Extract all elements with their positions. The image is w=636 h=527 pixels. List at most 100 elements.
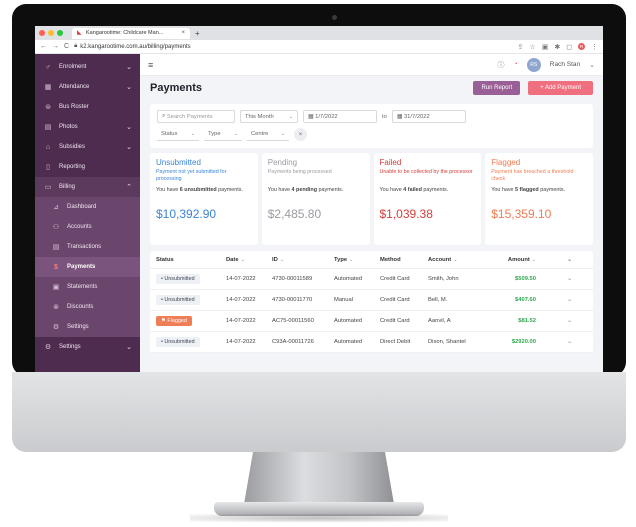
header-date[interactable]: Date ⌄ <box>220 257 266 263</box>
card-count-value: 4 pending <box>291 187 317 193</box>
type-cell: Manual <box>334 297 354 303</box>
sidebar-subitem-dashboard[interactable]: ⊿ Dashboard <box>35 197 140 217</box>
add-payment-button[interactable]: + Add Payment <box>528 81 593 95</box>
sidebar-subitem-transactions[interactable]: ▤ Transactions <box>35 237 140 257</box>
header-amount[interactable]: Amount ⌄ <box>490 257 540 263</box>
chevron-icon: ⌄ <box>126 144 132 151</box>
minimize-window-button[interactable] <box>48 30 54 36</box>
sidebar-item-label: Settings <box>59 344 81 350</box>
start-date-field[interactable]: ▦ 1/7/2022 <box>303 110 377 123</box>
sidebar-subitem-statements[interactable]: ▣ Statements <box>35 277 140 297</box>
date-range-to: to <box>382 113 387 120</box>
main-content: ≡ ⓘ ◔ RS Rach Stan ⌄ Payments Run Report… <box>140 54 603 372</box>
sidebar-subitem-discounts[interactable]: ⊗ Discounts <box>35 297 140 317</box>
expand-row-icon[interactable]: ⌄ <box>540 297 593 303</box>
type-filter[interactable]: Type ⌄ <box>204 128 242 141</box>
table-row[interactable]: ⚑ Flagged 14-07-2022 AC75-00011560 Automate… <box>150 311 593 332</box>
sidebar-item-subsidies[interactable]: ⌂ Subsidies ⌄ <box>35 137 140 157</box>
sidebar-item-attendance[interactable]: ▦ Attendance ⌄ <box>35 77 140 97</box>
card-title: Pending <box>267 158 298 167</box>
sidebar-subitem-payments[interactable]: $ Payments <box>35 257 140 277</box>
summary-card-pending[interactable]: Pending Payments being processed You have … <box>261 153 370 245</box>
expand-row-icon[interactable]: ⌄ <box>540 276 593 282</box>
notification-icon[interactable]: ◔ <box>514 61 518 68</box>
card-title: Failed <box>379 158 402 167</box>
summary-card-unsubmitted[interactable]: Unsubmitted Payment not yet submitted for… <box>150 153 258 245</box>
forward-icon[interactable]: → <box>52 43 59 50</box>
header-account[interactable]: Account ⌄ <box>422 257 490 263</box>
status-filter[interactable]: Status ⌄ <box>157 128 199 141</box>
header-type[interactable]: Type ⌄ <box>328 257 374 263</box>
extensions-icon[interactable]: ▣ <box>542 43 549 51</box>
profile-icon[interactable]: R <box>578 43 585 50</box>
card-title: Unsubmitted <box>156 158 201 167</box>
date-cell: 14-07-2022 <box>226 297 256 303</box>
calendar-icon: ▦ <box>44 84 52 91</box>
url-input[interactable]: k2.kangarootime.com.au/billing/payments <box>80 44 190 50</box>
share-icon[interactable]: ⇪ <box>518 43 524 51</box>
reload-icon[interactable]: C <box>64 43 69 50</box>
run-report-button[interactable]: Run Report <box>473 81 521 95</box>
summary-card-failed[interactable]: Failed Unable to be collected by the proc… <box>373 153 482 245</box>
period-select[interactable]: This Month ⌄ <box>240 110 298 123</box>
sidebar-item-reporting[interactable]: ▯ Reporting <box>35 157 140 177</box>
bank-icon: ⌂ <box>45 143 51 151</box>
help-icon[interactable]: ⓘ <box>498 60 505 70</box>
table-row[interactable]: • Unsubmitted 14-07-2022 4730-00011770 Manu… <box>150 290 593 311</box>
avatar[interactable]: RS <box>526 57 541 72</box>
transactions-icon: ▤ <box>52 244 60 251</box>
expand-all-icon[interactable]: ⌄ <box>540 257 593 263</box>
sidebar-subitem-label: Statements <box>67 284 98 290</box>
chevron-down-icon[interactable]: ⌄ <box>589 61 595 69</box>
sidebar-item-bus-roster[interactable]: ⊜ Bus Roster <box>35 97 140 117</box>
search-input[interactable]: ⌕ Search Payments <box>157 110 235 123</box>
sidebar-subitem-accounts[interactable]: ⚇ Accounts <box>35 217 140 237</box>
centre-filter-label: Centre <box>251 131 269 137</box>
clear-filters-button[interactable]: × <box>294 128 307 141</box>
close-window-button[interactable] <box>39 30 45 36</box>
expand-row-icon[interactable]: ⌄ <box>540 318 593 324</box>
card-count-value: 5 flagged <box>515 187 539 193</box>
table-row[interactable]: • Unsubmitted 14-07-2022 C93A-00011726 Auto… <box>150 332 593 353</box>
tab-close-icon[interactable]: × <box>181 30 185 36</box>
sidebar-item-billing[interactable]: ▭ Billing ⌃ <box>35 177 140 197</box>
payments-table: Status Date ⌄ ID ⌄ Type ⌄ Method Account ⌄ A… <box>150 251 593 353</box>
type-cell: Automated <box>334 339 363 345</box>
header-id[interactable]: ID ⌄ <box>266 257 328 263</box>
end-date-value: 31/7/2022 <box>403 113 430 120</box>
maximize-window-button[interactable] <box>57 30 63 36</box>
browser-tab[interactable]: ◣ Kangarootime: Childcare Man... × <box>72 27 190 39</box>
card-count: You have 4 failed payments. <box>380 187 476 201</box>
puzzle-icon[interactable]: ✱ <box>554 43 560 51</box>
amount-cell: $81.52 <box>490 318 540 324</box>
centre-filter[interactable]: Centre ⌄ <box>247 128 289 141</box>
card-subtitle: Payment has breached a threshold check <box>491 169 574 182</box>
user-name[interactable]: Rach Stan <box>550 61 580 68</box>
bookmark-icon[interactable]: ☆ <box>529 43 535 51</box>
back-icon[interactable]: ← <box>40 43 47 50</box>
sidebar-item-photos[interactable]: ▤ Photos ⌄ <box>35 117 140 137</box>
sort-icon: ⌄ <box>349 256 354 263</box>
camera-dot <box>332 15 337 20</box>
header-status[interactable]: Status <box>150 257 220 263</box>
expand-row-icon[interactable]: ⌄ <box>540 339 593 345</box>
sidebar-item-label: Attendance <box>59 84 90 90</box>
browser-menu-icon[interactable]: ⋮ <box>591 43 598 51</box>
sidebar-item-settings[interactable]: ⚙ Settings ⌄ <box>35 337 140 357</box>
sort-icon: ⌄ <box>240 256 245 263</box>
chevron-icon: ⌃ <box>126 184 132 191</box>
type-filter-label: Type <box>208 131 221 137</box>
monitor-chin <box>12 372 626 452</box>
menu-icon[interactable]: ≡ <box>148 60 153 70</box>
header-method[interactable]: Method <box>374 257 422 263</box>
summary-card-flagged[interactable]: Flagged Payment has breached a threshold … <box>485 153 593 245</box>
imac-mockup: ◣ Kangarootime: Childcare Man... × + ← →… <box>0 0 636 527</box>
sidebar-item-enrolment[interactable]: ♂ Enrolment ⌄ <box>35 57 140 77</box>
end-date-field[interactable]: ▦ 31/7/2022 <box>391 110 466 123</box>
table-row[interactable]: • Unsubmitted 14-07-2022 4730-00011589 Auto… <box>150 269 593 290</box>
amount-value: $407.60 <box>515 297 536 303</box>
sidebar-subitem-label: Transactions <box>67 244 102 250</box>
window-icon[interactable]: ◻ <box>566 43 572 51</box>
sidebar-subitem-settings[interactable]: ⚙ Settings <box>35 317 140 337</box>
new-tab-button[interactable]: + <box>195 29 200 38</box>
